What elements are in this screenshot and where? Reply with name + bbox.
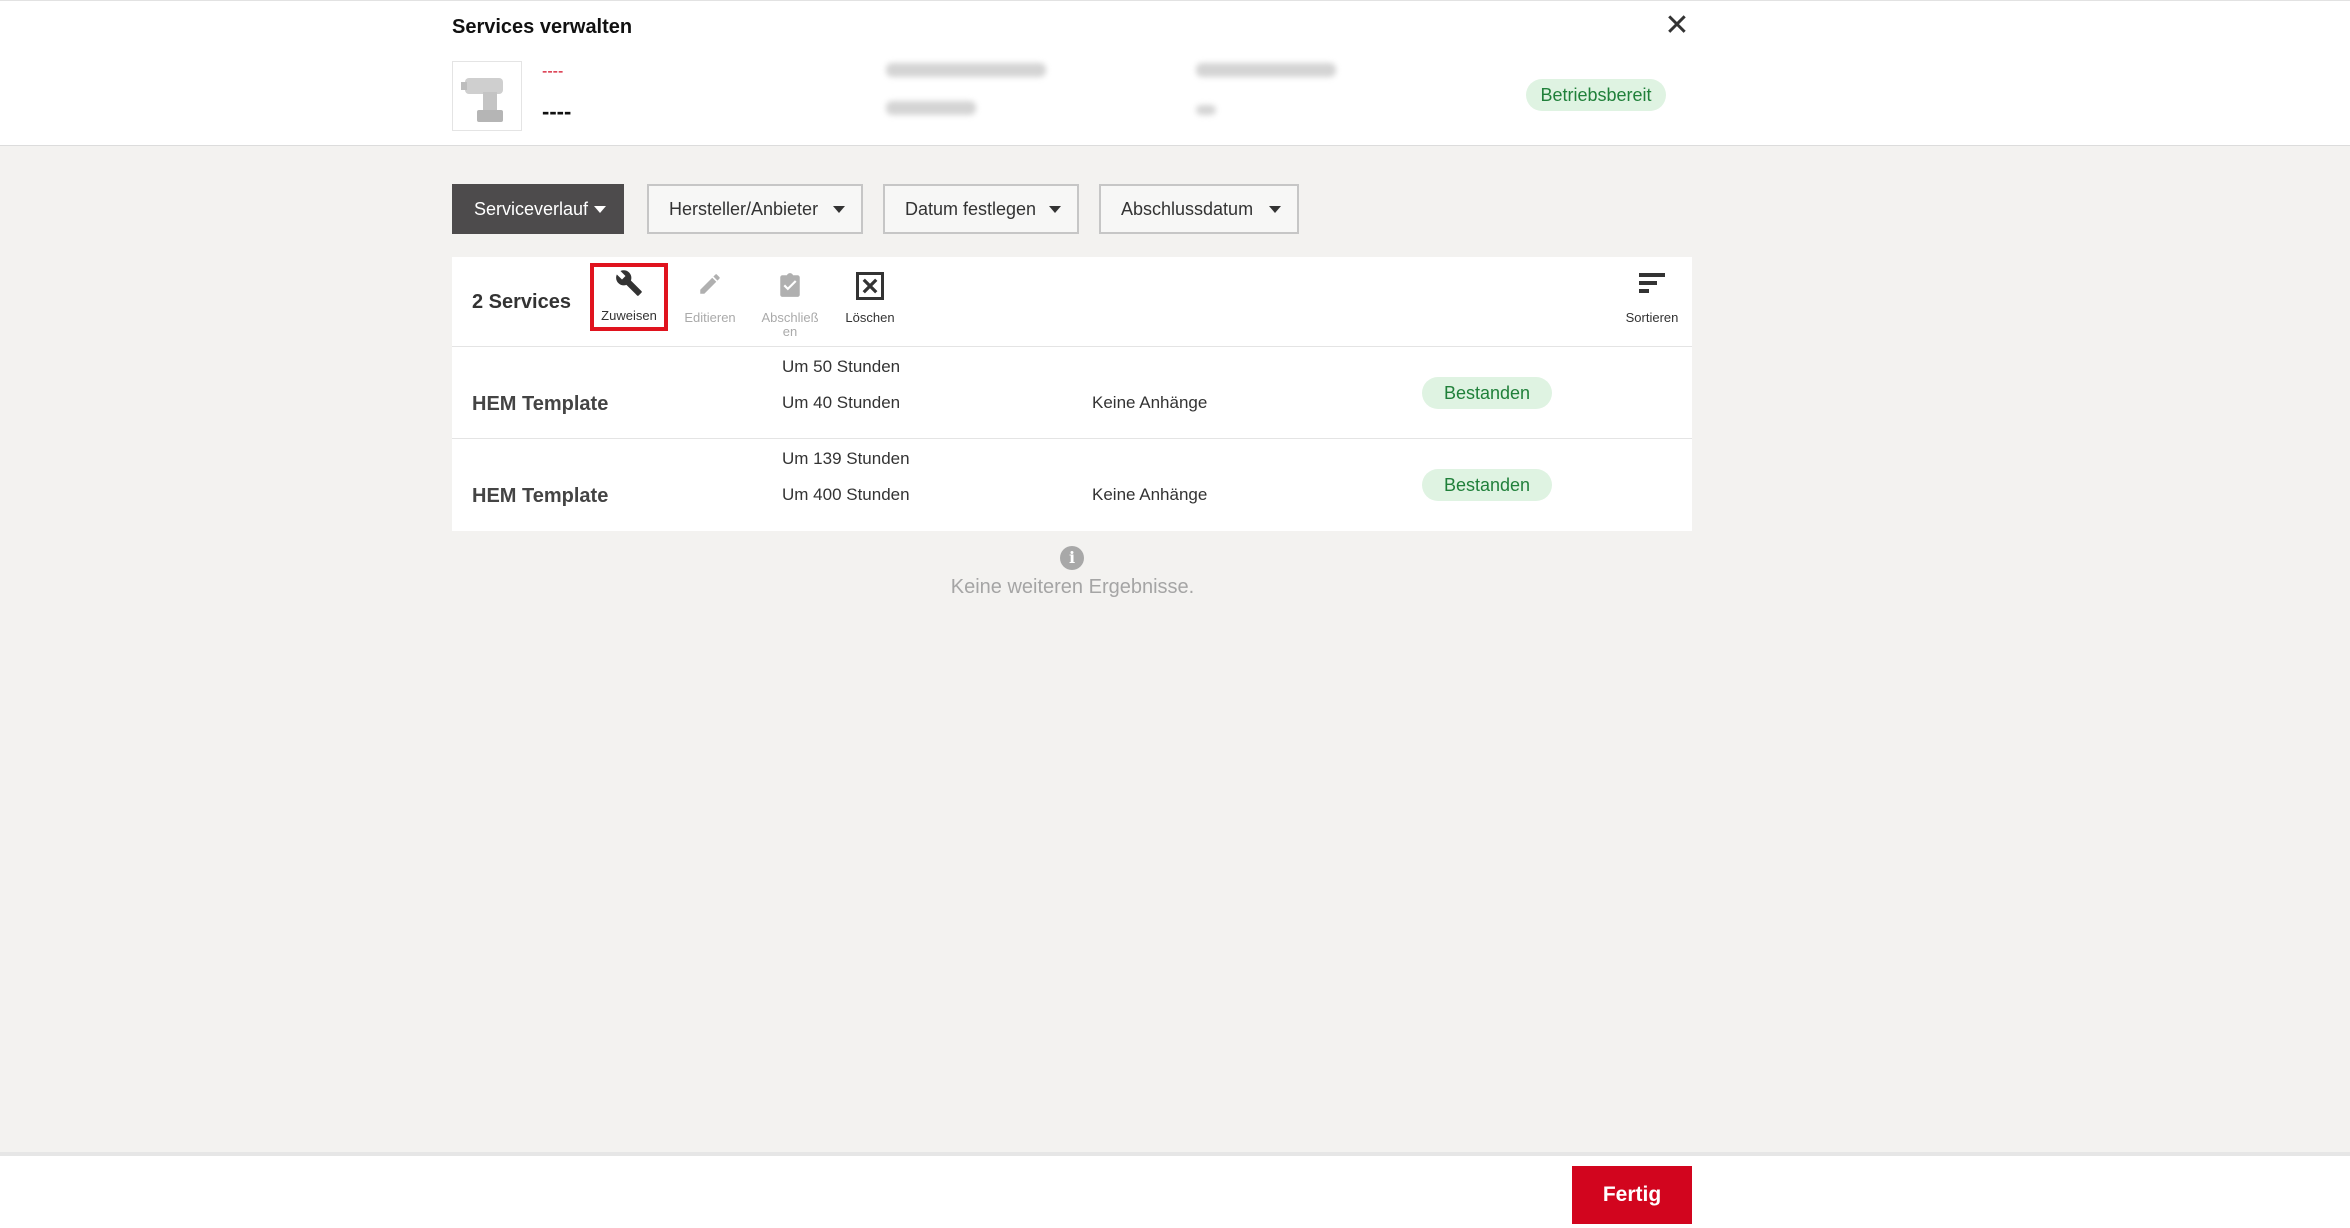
chevron-down-icon <box>833 206 845 213</box>
info-icon: i <box>1060 546 1084 570</box>
product-name: ---- <box>542 99 572 124</box>
services-count: 2 Services <box>472 291 571 313</box>
service-interval: Um 50 Stunden <box>782 357 901 376</box>
complete-label: Abschließen <box>761 310 819 339</box>
filter-serviceverlauf[interactable]: Serviceverlauf <box>452 184 624 234</box>
sort-icon <box>1639 273 1665 293</box>
edit-label: Editieren <box>684 310 736 325</box>
close-icon[interactable]: ✕ <box>1664 11 1690 41</box>
redacted-info <box>886 63 1046 77</box>
filter-datum[interactable]: Datum festlegen <box>883 184 1079 234</box>
chevron-down-icon <box>1049 206 1061 213</box>
edit-button[interactable]: Editieren <box>674 265 746 331</box>
assign-label: Zuweisen <box>601 308 657 323</box>
chevron-down-icon <box>594 206 606 213</box>
redacted-info <box>1196 105 1216 115</box>
modal-footer: Fertig <box>0 1152 2350 1228</box>
drill-icon <box>461 78 503 122</box>
page-title: Services verwalten <box>452 16 633 38</box>
services-toolbar: 2 Services Zuweisen Editieren Abschließe… <box>452 257 1692 347</box>
service-name: HEM Template <box>472 393 609 415</box>
modal-header: Services verwalten ✕ ---- ---- Betriebsb… <box>0 0 2350 146</box>
service-interval: Um 400 Stunden <box>782 485 910 504</box>
service-name: HEM Template <box>472 485 609 507</box>
status-badge: Bestanden <box>1422 377 1552 409</box>
service-attachments: Keine Anhänge <box>1092 393 1208 412</box>
table-row[interactable]: HEM Template Um 50 Stunden Um 40 Stunden… <box>452 347 1692 439</box>
sort-label: Sortieren <box>1625 310 1679 325</box>
done-button[interactable]: Fertig <box>1572 1166 1692 1224</box>
delete-box-icon <box>856 272 884 300</box>
sort-button[interactable]: Sortieren <box>1616 265 1688 331</box>
chevron-down-icon <box>1269 206 1281 213</box>
status-badge: Betriebsbereit <box>1526 79 1666 111</box>
status-badge: Bestanden <box>1422 469 1552 501</box>
filter-label: Abschlussdatum <box>1121 199 1254 219</box>
pencil-icon <box>700 274 720 294</box>
product-code: ---- <box>542 63 564 80</box>
filter-hersteller[interactable]: Hersteller/Anbieter <box>647 184 863 234</box>
service-interval: Um 139 Stunden <box>782 449 910 468</box>
services-panel: 2 Services Zuweisen Editieren Abschließe… <box>452 257 1692 531</box>
delete-button[interactable]: Löschen <box>834 265 906 331</box>
no-more-results: Keine weiteren Ergebnisse. <box>950 576 1195 598</box>
clipboard-check-icon <box>780 273 800 297</box>
wrench-icon <box>616 270 642 296</box>
complete-button[interactable]: Abschließen <box>754 265 826 339</box>
redacted-info <box>1196 63 1336 77</box>
assign-button[interactable]: Zuweisen <box>590 263 668 331</box>
redacted-info <box>886 101 976 115</box>
filter-label: Serviceverlauf <box>474 199 589 219</box>
table-row[interactable]: HEM Template Um 139 Stunden Um 400 Stund… <box>452 439 1692 531</box>
filter-label: Datum festlegen <box>905 199 1037 219</box>
product-thumbnail <box>452 61 522 131</box>
delete-label: Löschen <box>845 310 895 325</box>
service-interval: Um 40 Stunden <box>782 393 901 412</box>
filter-label: Hersteller/Anbieter <box>669 199 819 219</box>
filter-abschlussdatum[interactable]: Abschlussdatum <box>1099 184 1299 234</box>
service-attachments: Keine Anhänge <box>1092 485 1208 504</box>
